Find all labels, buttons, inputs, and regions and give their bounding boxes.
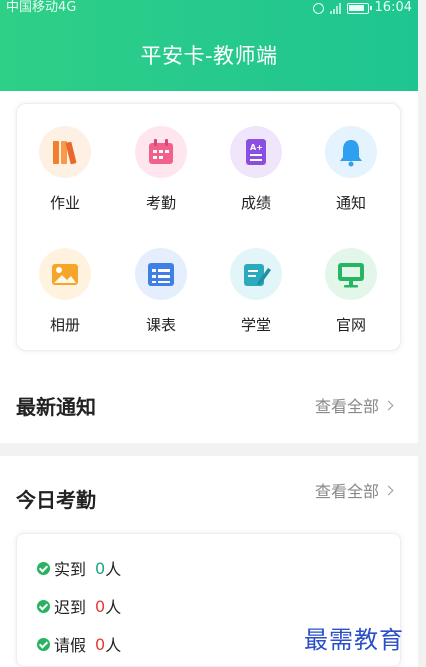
check-icon (37, 599, 50, 613)
edit-icon (230, 248, 282, 300)
chevron-right-icon (383, 485, 394, 495)
grid-label: 学堂 (240, 316, 271, 334)
clock-text: 16:04 (374, 0, 412, 15)
attendance-unit: 人 (105, 598, 122, 617)
grid-item-website[interactable]: 官网 (311, 248, 391, 338)
grid-item-classroom[interactable]: 学堂 (216, 248, 296, 338)
grid-item-attendance[interactable]: 考勤 (121, 126, 201, 216)
grid-label: 作业 (49, 194, 80, 212)
battery-icon (346, 2, 372, 14)
attendance-count: 0 (95, 596, 106, 616)
chevron-right-icon (383, 400, 394, 410)
check-icon (37, 637, 50, 651)
notices-title: 最新通知 (16, 395, 96, 419)
attendance-unit: 人 (105, 636, 122, 655)
view-all-label: 查看全部 (315, 482, 380, 501)
books-icon (39, 126, 91, 178)
grid-label: 通知 (335, 194, 366, 212)
grid-label: 考勤 (145, 194, 176, 212)
feature-grid: 作业 考勤 A+ 成绩 通知 相册 课表 学堂 官网 (16, 103, 401, 351)
grid-item-timetable[interactable]: 课表 (121, 248, 201, 338)
attendance-label: 请假 (54, 636, 87, 655)
app-header: 中国移动4G 16:04 平安卡-教师端 (0, 0, 418, 91)
attendance-view-all-link[interactable]: 查看全部 (315, 478, 394, 502)
status-bar: 中国移动4G 16:04 (0, 0, 418, 18)
attendance-title: 今日考勤 (16, 488, 96, 512)
grid-label: 相册 (49, 316, 80, 334)
calendar-icon (135, 126, 187, 178)
page-title: 平安卡-教师端 (140, 44, 278, 68)
grid-item-grades[interactable]: A+ 成绩 (216, 126, 296, 216)
attendance-row-present: 实到 0 人 (37, 556, 121, 580)
attendance-count: 0 (95, 558, 106, 578)
attendance-count: 0 (95, 634, 106, 654)
grid-label: 官网 (335, 316, 366, 334)
grid-label: 成绩 (240, 194, 271, 212)
watermark-text: 最需教育 (304, 626, 404, 654)
alarm-icon (312, 2, 324, 14)
grade-icon: A+ (230, 126, 282, 178)
timetable-icon (135, 248, 187, 300)
notices-view-all-link[interactable]: 查看全部 (315, 393, 394, 417)
attendance-row-late: 迟到 0 人 (37, 594, 121, 618)
grid-label: 课表 (145, 316, 176, 334)
attendance-label: 迟到 (54, 598, 87, 617)
svg-text:A+: A+ (250, 143, 263, 152)
monitor-icon (325, 248, 377, 300)
grid-item-homework[interactable]: 作业 (25, 126, 105, 216)
status-icons: 16:04 (312, 0, 412, 16)
carrier-text: 中国移动4G (6, 0, 77, 15)
attendance-label: 实到 (54, 560, 87, 579)
check-icon (37, 561, 50, 575)
grid-item-album[interactable]: 相册 (25, 248, 105, 338)
bell-icon (325, 126, 377, 178)
attendance-row-leave: 请假 0 人 (37, 632, 121, 656)
grid-item-notice[interactable]: 通知 (311, 126, 391, 216)
signal-icon (329, 2, 341, 14)
image-icon (39, 248, 91, 300)
attendance-unit: 人 (105, 560, 122, 579)
view-all-label: 查看全部 (315, 397, 380, 416)
